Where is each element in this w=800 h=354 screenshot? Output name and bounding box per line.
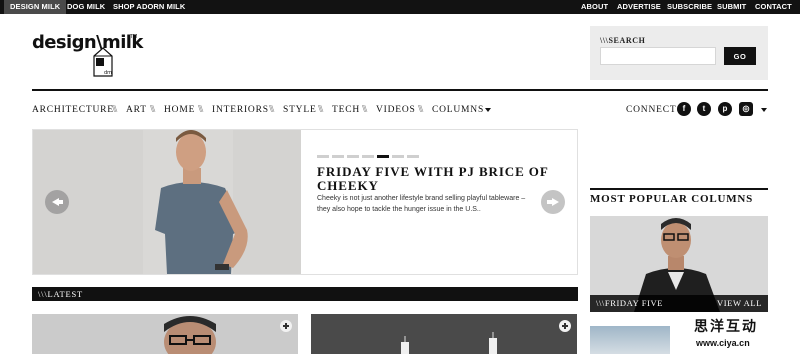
slide-photo-illustration [33,130,301,274]
chevron-down-icon[interactable] [485,108,491,112]
expand-plus-icon[interactable] [559,320,571,332]
view-all-link[interactable]: VIEW ALL [717,295,762,312]
popular-column-card[interactable]: \\\FRIDAY FIVE VIEW ALL [590,216,768,312]
slide-dot[interactable] [347,155,359,158]
latest-post-image [311,314,577,354]
popular-column-card[interactable] [590,326,672,354]
slide-dot[interactable] [407,155,419,158]
nav-item-columns[interactable]: COLUMNS [432,105,484,115]
slide-image[interactable] [33,130,301,274]
slide-excerpt: Cheeky is not just another lifestyle bra… [317,195,526,213]
nav-item-architecture[interactable]: ARCHITECTURE [32,105,114,115]
nav-item-videos[interactable]: VIDEOS [376,105,416,115]
topbar-link-dog-milk[interactable]: DOG MILK [67,0,105,14]
slide-title[interactable]: FRIDAY FIVE WITH PJ BRICE OF CHEEKY [317,165,557,193]
search-label: \\\SEARCH [600,36,646,45]
slider-next-arrow-icon[interactable] [541,190,565,214]
popular-divider [590,188,768,190]
chevron-down-icon[interactable] [761,108,767,112]
nav-item-interiors[interactable]: INTERIORS [212,105,269,115]
popular-card-caption: \\\FRIDAY FIVE VIEW ALL [590,295,768,312]
nav-item-style[interactable]: STYLE [283,105,317,115]
slider-prev-arrow-icon[interactable] [45,190,69,214]
pinterest-icon[interactable]: p [718,102,732,116]
nav-item-home[interactable]: HOME [164,105,195,115]
topbar-link-about[interactable]: ABOUT [581,0,608,14]
latest-post-card[interactable] [32,314,298,354]
connect-label: CONNECT [626,105,677,115]
topbar-link-advertise[interactable]: ADVERTISE [617,0,661,14]
expand-plus-icon[interactable] [280,320,292,332]
search-input[interactable] [600,47,716,65]
search-go-button[interactable]: GO [724,47,756,65]
latest-post-image [32,314,298,354]
logo-trademark: TM [130,34,138,40]
topbar-link-contact[interactable]: CONTACT [755,0,792,14]
popular-columns-title: MOST POPULAR COLUMNS [590,193,754,205]
instagram-icon[interactable]: ◎ [739,102,753,116]
watermark-url: www.ciya.cn [696,338,750,348]
popular-card-label[interactable]: \\\FRIDAY FIVE [596,295,663,312]
latest-header: \\\LATEST [32,287,578,301]
nav-separator: \\\ [418,104,423,115]
header-divider [32,89,768,91]
topbar-link-shop-adorn-milk[interactable]: SHOP ADORN MILK [113,0,185,14]
nav-separator: \\\ [269,104,274,115]
carton-label: dm [104,70,112,76]
slide-dot[interactable] [392,155,404,158]
nav-separator: \\\ [362,104,367,115]
top-utility-bar: DESIGN MILK DOG MILK SHOP ADORN MILK ABO… [0,0,800,14]
nav-item-art[interactable]: ART [126,105,147,115]
nav-item-tech[interactable]: TECH [332,105,360,115]
nav-separator: \\\ [198,104,203,115]
feature-slider: FRIDAY FIVE WITH PJ BRICE OF CHEEKY Chee… [32,129,578,275]
slide-dot-active[interactable] [377,155,389,158]
nav-separator: \\\ [150,104,155,115]
site-watermark: 思洋互动 www.ciya.cn [670,314,800,354]
topbar-link-design-milk[interactable]: DESIGN MILK [4,0,67,14]
site-logo[interactable]: design\milk TM dm [32,32,152,78]
topbar-link-subscribe[interactable]: SUBSCRIBE [667,0,712,14]
logo-wordmark: design\milk [32,32,143,53]
latest-label: \\\LATEST [38,289,83,299]
search-panel: \\\SEARCH GO [590,26,768,80]
watermark-text: 思洋互动 [694,319,758,335]
topbar-link-submit[interactable]: SUBMIT [717,0,746,14]
slide-dot[interactable] [317,155,329,158]
twitter-icon[interactable]: t [697,102,711,116]
latest-post-card[interactable] [311,314,577,354]
nav-separator: \\\ [318,104,323,115]
slide-dot[interactable] [362,155,374,158]
facebook-icon[interactable]: f [677,102,691,116]
slide-dot[interactable] [332,155,344,158]
milk-carton-icon: dm [93,47,113,77]
nav-separator: \\\ [112,104,117,115]
